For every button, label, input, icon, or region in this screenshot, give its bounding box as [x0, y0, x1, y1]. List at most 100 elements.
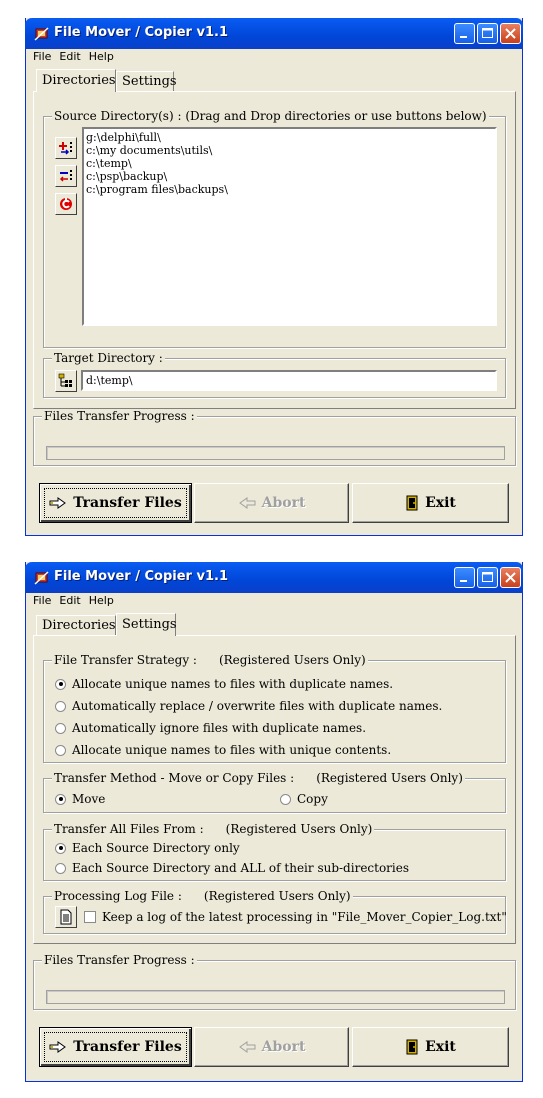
- title-bar[interactable]: File Mover / Copier v1.1: [25, 18, 523, 49]
- method-copy-option[interactable]: Copy: [280, 791, 328, 807]
- list-item[interactable]: c:\psp\backup\: [84, 170, 495, 183]
- close-icon: [505, 572, 516, 583]
- progress-group: Files Transfer Progress :: [33, 409, 516, 466]
- menu-bar: File Edit Help: [26, 49, 522, 66]
- abort-button[interactable]: Abort: [194, 483, 349, 523]
- maximize-button[interactable]: [477, 567, 498, 588]
- source-directory-group: Source Directory(s) : (Drag and Drop dir…: [43, 109, 506, 348]
- directories-panel: Source Directory(s) : (Drag and Drop dir…: [33, 91, 516, 409]
- maximize-button[interactable]: [477, 23, 498, 44]
- radio-selected[interactable]: [55, 842, 66, 854]
- settings-panel: File Transfer Strategy : (Registered User…: [33, 635, 516, 944]
- menu-bar: File Edit Help: [26, 593, 522, 610]
- exit-label: Exit: [425, 1039, 456, 1055]
- folder-tree-icon: [58, 373, 72, 387]
- transfer-strategy-label: File Transfer Strategy : (Registered User…: [52, 653, 368, 667]
- method-move-option[interactable]: Move: [55, 791, 105, 807]
- from-subdirectories-option[interactable]: Each Source Directory and ALL of their s…: [55, 860, 409, 876]
- processing-log-group: Processing Log File : (Registered Users O…: [43, 889, 507, 934]
- main-window-directories: File Mover / Copier v1.1 File Edit Help Di…: [25, 18, 523, 536]
- abort-label: Abort: [261, 495, 306, 511]
- list-item[interactable]: c:\my documents\utils\: [84, 144, 495, 157]
- menu-help[interactable]: Help: [85, 593, 118, 607]
- tab-directories[interactable]: Directories: [36, 69, 116, 92]
- radio[interactable]: [55, 700, 66, 712]
- remove-directory-button[interactable]: [55, 165, 77, 187]
- window-title: File Mover / Copier v1.1: [54, 25, 228, 40]
- radio[interactable]: [55, 862, 66, 874]
- radio[interactable]: [55, 722, 66, 734]
- add-directory-icon: [59, 142, 72, 155]
- close-button[interactable]: [500, 567, 521, 588]
- exit-button[interactable]: Exit: [352, 483, 509, 523]
- strategy-option-ignore[interactable]: Automatically ignore files with duplicat…: [55, 720, 366, 736]
- source-directory-list[interactable]: g:\delphi\full\ c:\my documents\utils\ c…: [82, 127, 497, 326]
- target-directory-group: Target Directory : d:\temp\: [43, 351, 506, 398]
- browse-target-button[interactable]: [55, 370, 77, 392]
- window-title: File Mover / Copier v1.1: [54, 569, 228, 584]
- open-log-button[interactable]: [55, 906, 77, 928]
- strategy-option-unique-names[interactable]: Allocate unique names to files with dupl…: [55, 676, 393, 692]
- abort-icon: [238, 1041, 256, 1053]
- minimize-button[interactable]: [454, 567, 475, 588]
- transfer-from-group: Transfer All Files From : (Registered Use…: [43, 822, 506, 881]
- transfer-method-label: Transfer Method - Move or Copy Files : (R…: [52, 771, 465, 785]
- tab-settings[interactable]: Settings: [116, 71, 177, 91]
- minimize-icon: [460, 36, 467, 38]
- list-item[interactable]: c:\program files\backups\: [84, 183, 495, 196]
- progress-label: Files Transfer Progress :: [42, 953, 197, 967]
- exit-door-icon: [406, 495, 418, 511]
- transfer-files-button[interactable]: Transfer Files: [39, 483, 192, 523]
- add-directory-button[interactable]: [55, 137, 77, 159]
- keep-log-checkbox[interactable]: [84, 911, 96, 923]
- progress-label: Files Transfer Progress :: [42, 409, 197, 423]
- tab-settings[interactable]: Settings: [116, 613, 177, 636]
- close-icon: [505, 28, 516, 39]
- exit-door-icon: [406, 1039, 418, 1055]
- transfer-files-button[interactable]: Transfer Files: [39, 1027, 192, 1067]
- minimize-button[interactable]: [454, 23, 475, 44]
- menu-file[interactable]: File: [29, 49, 55, 63]
- target-directory-label: Target Directory :: [52, 351, 165, 365]
- list-item[interactable]: c:\temp\: [84, 157, 495, 170]
- transfer-strategy-group: File Transfer Strategy : (Registered User…: [43, 653, 506, 763]
- minimize-icon: [460, 580, 467, 582]
- menu-edit[interactable]: Edit: [55, 49, 84, 63]
- close-button[interactable]: [500, 23, 521, 44]
- clear-directories-button[interactable]: [55, 193, 77, 215]
- exit-button[interactable]: Exit: [352, 1027, 509, 1067]
- maximize-icon: [482, 28, 493, 38]
- processing-log-label: Processing Log File : (Registered Users O…: [52, 889, 353, 903]
- tab-directories[interactable]: Directories: [36, 615, 116, 635]
- clear-icon: [60, 198, 72, 210]
- keep-log-checkbox-row[interactable]: Keep a log of the latest processing in "…: [84, 909, 507, 925]
- app-icon: [34, 27, 49, 41]
- strategy-option-overwrite[interactable]: Automatically replace / overwrite files …: [55, 698, 442, 714]
- radio-selected[interactable]: [55, 793, 66, 805]
- document-icon: [60, 909, 72, 925]
- main-window-settings: File Mover / Copier v1.1 File Edit Help Di…: [25, 562, 523, 1082]
- exit-label: Exit: [425, 495, 456, 511]
- from-source-only-option[interactable]: Each Source Directory only: [55, 840, 240, 856]
- transfer-progress-bar: [46, 990, 505, 1004]
- abort-label: Abort: [261, 1039, 306, 1055]
- strategy-option-unique-contents[interactable]: Allocate unique names to files with uniq…: [55, 742, 391, 758]
- list-item[interactable]: g:\delphi\full\: [84, 131, 495, 144]
- transfer-method-group: Transfer Method - Move or Copy Files : (R…: [43, 771, 506, 813]
- transfer-from-label: Transfer All Files From : (Registered Use…: [52, 822, 375, 836]
- source-directory-label: Source Directory(s) : (Drag and Drop dir…: [52, 109, 489, 123]
- radio[interactable]: [55, 744, 66, 756]
- abort-button[interactable]: Abort: [194, 1027, 349, 1067]
- menu-file[interactable]: File: [29, 593, 55, 607]
- menu-edit[interactable]: Edit: [55, 593, 84, 607]
- progress-group: Files Transfer Progress :: [33, 953, 516, 1010]
- transfer-progress-bar: [46, 446, 505, 460]
- target-directory-input[interactable]: d:\temp\: [81, 370, 497, 391]
- menu-help[interactable]: Help: [85, 49, 118, 63]
- app-icon: [34, 571, 49, 585]
- radio-selected[interactable]: [55, 678, 66, 690]
- radio[interactable]: [280, 793, 291, 805]
- title-bar[interactable]: File Mover / Copier v1.1: [25, 562, 523, 593]
- abort-icon: [238, 497, 256, 509]
- remove-directory-icon: [59, 170, 72, 182]
